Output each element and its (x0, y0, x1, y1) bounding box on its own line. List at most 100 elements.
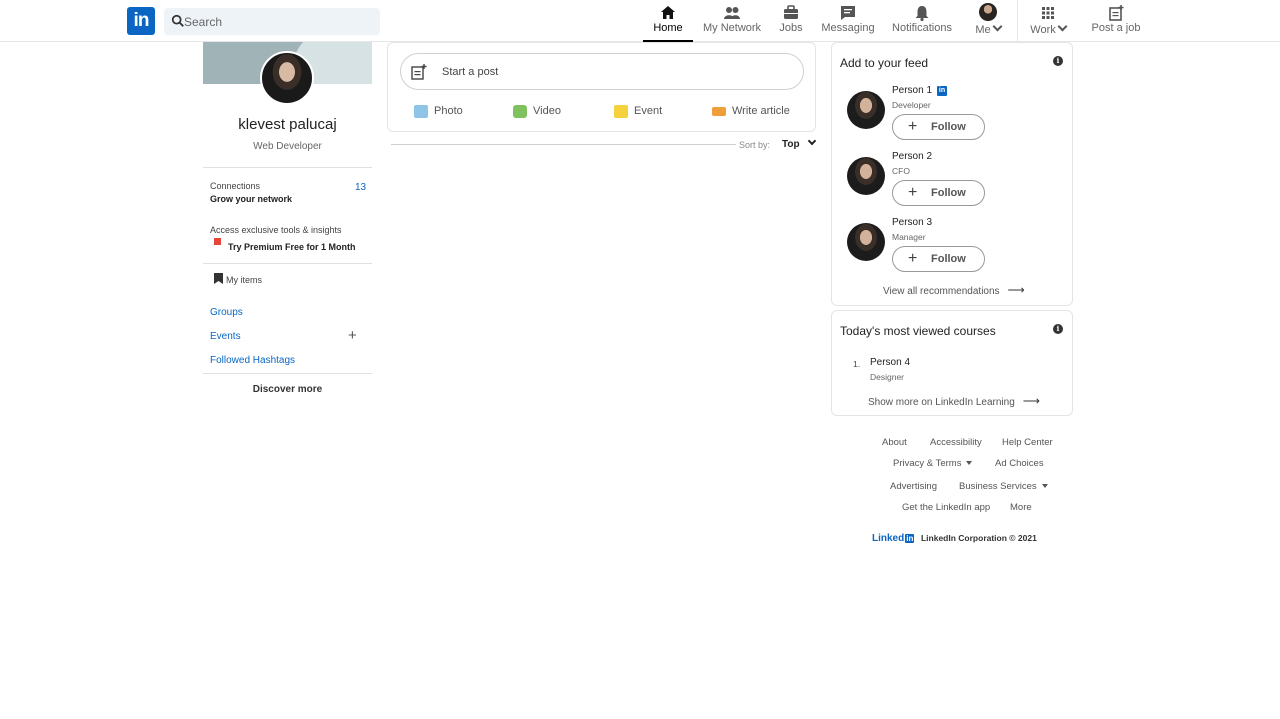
home-icon (661, 6, 675, 19)
messaging-icon (841, 6, 855, 20)
write-article-label: Write article (732, 105, 790, 117)
connections-label[interactable]: Connections (210, 181, 260, 191)
video-label: Video (533, 105, 561, 117)
profile-avatar[interactable] (260, 51, 314, 105)
my-items-link[interactable]: My items (226, 275, 262, 285)
start-post-label: Start a post (442, 66, 499, 78)
bookmark-icon (214, 273, 223, 284)
add-to-feed-title: Add to your feed (840, 56, 929, 70)
sort-dropdown[interactable]: Top (782, 136, 816, 150)
nav-post-job-label: Post a job (1091, 22, 1141, 34)
linkedin-logo[interactable]: in (127, 7, 155, 35)
view-all-recommendations-link[interactable]: View all recommendations ⟶ (883, 283, 1025, 297)
photo-button[interactable]: Photo (414, 103, 463, 119)
nav-divider (1017, 0, 1018, 42)
search-icon (171, 14, 184, 27)
connections-count[interactable]: 13 (355, 182, 366, 193)
person-name[interactable]: Person 1 (892, 85, 932, 96)
events-link[interactable]: Events (210, 331, 241, 342)
chevron-down-icon (1057, 21, 1068, 32)
person-name[interactable]: Person 3 (892, 217, 932, 228)
top-navbar: in Home My Network Jobs Messaging Notifi… (0, 0, 1280, 42)
discover-more-link[interactable]: Discover more (203, 384, 372, 395)
footer-business-link[interactable]: Business Services (959, 481, 1048, 492)
compose-icon (411, 64, 427, 80)
footer-brand: Linked in LinkedIn Corporation © 2021 (872, 533, 1037, 544)
nav-my-network[interactable]: My Network (703, 0, 761, 42)
follow-button[interactable]: + Follow (892, 246, 985, 272)
nav-home[interactable]: Home (643, 0, 693, 42)
copyright-text: LinkedIn Corporation © 2021 (920, 533, 1037, 543)
plus-icon: + (908, 250, 918, 267)
course-name[interactable]: Person 4 (870, 357, 910, 368)
profile-title: Web Developer (253, 141, 322, 152)
bell-icon (915, 6, 929, 22)
nav-work-label: Work (1030, 24, 1056, 36)
avatar[interactable] (847, 157, 885, 195)
event-label: Event (634, 105, 663, 117)
person-role: CFO (892, 166, 910, 176)
divider (203, 373, 372, 374)
footer-brand-text: Linked (872, 533, 905, 544)
add-event-icon[interactable]: + (348, 327, 357, 344)
nav-me-label: Me (975, 24, 991, 36)
video-icon (513, 104, 527, 118)
footer-app-link[interactable]: Get the LinkedIn app (902, 502, 990, 513)
footer-brand-in: in (905, 534, 915, 543)
sort-divider (391, 144, 736, 145)
nav-me[interactable]: Me (970, 0, 1006, 42)
nav-messaging-label: Messaging (821, 22, 875, 34)
linkedin-badge-icon: in (937, 86, 948, 96)
post-job-icon (1109, 5, 1124, 21)
info-icon[interactable]: i (1053, 56, 1063, 66)
grow-network-link[interactable]: Grow your network (210, 194, 292, 204)
profile-card: klevest palucaj Web Developer Connection… (203, 42, 372, 402)
nav-jobs[interactable]: Jobs (774, 0, 808, 42)
person-name[interactable]: Person 2 (892, 151, 932, 162)
nav-post-job[interactable]: Post a job (1090, 0, 1142, 42)
start-post-button[interactable]: Start a post (400, 53, 804, 90)
show-more-learning-link[interactable]: Show more on LinkedIn Learning ⟶ (868, 394, 1040, 408)
footer-more-link[interactable]: More (1010, 502, 1032, 513)
premium-icon (214, 238, 221, 245)
nav-work[interactable]: Work (1026, 0, 1070, 42)
chevron-down-icon (992, 21, 1003, 32)
follow-button[interactable]: + Follow (892, 114, 985, 140)
sort-value: Top (782, 139, 800, 150)
article-icon (712, 106, 726, 116)
nav-notifications-label: Notifications (892, 22, 952, 34)
profile-name[interactable]: klevest palucaj (203, 116, 372, 133)
photo-label: Photo (434, 105, 463, 117)
footer-about-link[interactable]: About (882, 437, 907, 448)
footer-accessibility-link[interactable]: Accessibility (930, 437, 982, 448)
hashtags-link[interactable]: Followed Hashtags (210, 355, 295, 366)
groups-link[interactable]: Groups (210, 307, 243, 318)
network-icon (724, 7, 740, 19)
nav-messaging[interactable]: Messaging (821, 0, 875, 42)
footer-advertising-link[interactable]: Advertising (890, 481, 937, 492)
follow-button[interactable]: + Follow (892, 180, 985, 206)
sort-label: Sort by: (739, 140, 771, 150)
nav-notifications[interactable]: Notifications (892, 0, 952, 42)
event-button[interactable]: Event (614, 103, 662, 119)
nav-my-network-label: My Network (703, 22, 762, 34)
info-icon[interactable]: i (1053, 324, 1063, 334)
footer-privacy-link[interactable]: Privacy & Terms (893, 458, 973, 469)
footer-ad-choices-link[interactable]: Ad Choices (995, 458, 1044, 469)
premium-cta[interactable]: Try Premium Free for 1 Month (228, 242, 356, 252)
search-box[interactable] (164, 8, 380, 35)
course-rank: 1. (853, 359, 861, 369)
avatar[interactable] (847, 91, 885, 129)
nav-home-label: Home (653, 22, 683, 34)
person-role: Developer (892, 100, 931, 110)
search-input[interactable] (184, 8, 374, 35)
premium-label: Access exclusive tools & insights (210, 225, 342, 235)
avatar[interactable] (847, 223, 885, 261)
post-composer: Start a post Photo Video Event Write art… (387, 42, 816, 132)
footer-help-link[interactable]: Help Center (1002, 437, 1053, 448)
video-button[interactable]: Video (513, 103, 561, 119)
plus-icon: + (908, 118, 918, 135)
write-article-button[interactable]: Write article (712, 103, 790, 119)
divider (203, 263, 372, 264)
grid-icon (1042, 7, 1054, 19)
